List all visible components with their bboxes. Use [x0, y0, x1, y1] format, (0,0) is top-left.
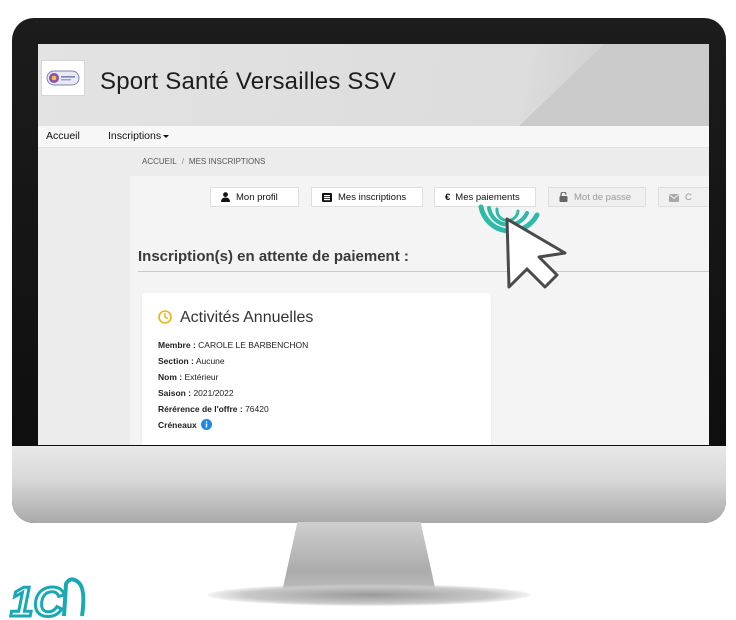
section-title: Inscription(s) en attente de paiement : [138, 248, 409, 265]
divider [138, 271, 709, 272]
breadcrumb-current: MES INSCRIPTIONS [188, 157, 266, 166]
detail-value: Extérieur [184, 372, 219, 382]
main-content: ACCUEIL / MES INSCRIPTIONS Mon profil Mes … [130, 148, 709, 445]
brand-logo-icon: 1C [9, 577, 86, 620]
detail-value: 2021/2022 [193, 388, 234, 398]
profile-tabs: Mon profil Mes inscriptions € Mes paiemen… [130, 187, 709, 209]
detail-row-membre: Membre : CAROLE LE BARBENCHON [158, 337, 308, 353]
monitor-base [208, 584, 530, 606]
nav-item-inscriptions-label: Inscriptions [108, 130, 162, 142]
tab-contact[interactable]: C [658, 187, 709, 207]
detail-label: Saison : [158, 388, 192, 398]
screen: Sport Santé Versailles SSV Accueil Inscr… [38, 44, 709, 445]
monitor-chin [12, 446, 726, 523]
tab-label: Mon profil [236, 192, 278, 203]
club-name: Sport Santé Versailles SSV [100, 68, 397, 95]
navbar: Accueil Inscriptions [38, 126, 709, 148]
left-panel [38, 148, 130, 445]
list-icon [322, 193, 332, 202]
tab-label: C [685, 192, 692, 203]
monitor-stand [282, 522, 436, 592]
detail-value: 76420 [245, 404, 269, 414]
detail-value: Aucune [195, 356, 225, 366]
detail-value: CAROLE LE BARBENCHON [198, 340, 309, 350]
detail-row-reference: Rérérence de l'offre : 76420 [158, 401, 308, 417]
svg-text:1C: 1C [10, 578, 64, 620]
mail-icon [669, 194, 679, 202]
detail-label: Membre : [158, 340, 196, 350]
registration-card: Activités Annuelles Membre : CAROLE LE B… [142, 293, 491, 445]
detail-label: Section : [158, 356, 194, 366]
club-logo-icon[interactable] [41, 60, 85, 96]
breadcrumb: ACCUEIL / MES INSCRIPTIONS [130, 148, 709, 176]
detail-label: Créneaux [158, 420, 197, 430]
detail-row-nom: Nom : Extérieur [158, 369, 308, 385]
detail-row-creneaux: Créneaux [158, 417, 308, 433]
caret-down-icon [163, 134, 170, 138]
user-icon [221, 192, 230, 202]
detail-label: Rérérence de l'offre : [158, 404, 243, 414]
nav-item-inscriptions[interactable]: Inscriptions [108, 130, 170, 142]
tab-label: Mes inscriptions [338, 192, 407, 203]
monitor-frame: Sport Santé Versailles SSV Accueil Inscr… [12, 18, 726, 523]
header-decoration [519, 44, 709, 126]
card-header: Activités Annuelles [158, 309, 313, 327]
breadcrumb-home[interactable]: ACCUEIL [142, 157, 177, 166]
cursor-click-icon [478, 204, 567, 289]
detail-label: Nom : [158, 372, 183, 382]
detail-row-section: Section : Aucune [158, 353, 308, 369]
site-header: Sport Santé Versailles SSV [38, 44, 709, 126]
clock-icon [158, 310, 172, 324]
card-title: Activités Annuelles [180, 309, 314, 326]
tab-mon-profil[interactable]: Mon profil [210, 187, 299, 207]
breadcrumb-separator: / [181, 157, 184, 166]
euro-icon: € [445, 192, 451, 203]
info-icon[interactable] [201, 419, 213, 430]
card-details: Membre : CAROLE LE BARBENCHON Section : … [158, 337, 308, 433]
tab-mes-inscriptions[interactable]: Mes inscriptions [311, 187, 423, 207]
nav-item-accueil[interactable]: Accueil [46, 130, 80, 142]
detail-row-saison: Saison : 2021/2022 [158, 385, 308, 401]
